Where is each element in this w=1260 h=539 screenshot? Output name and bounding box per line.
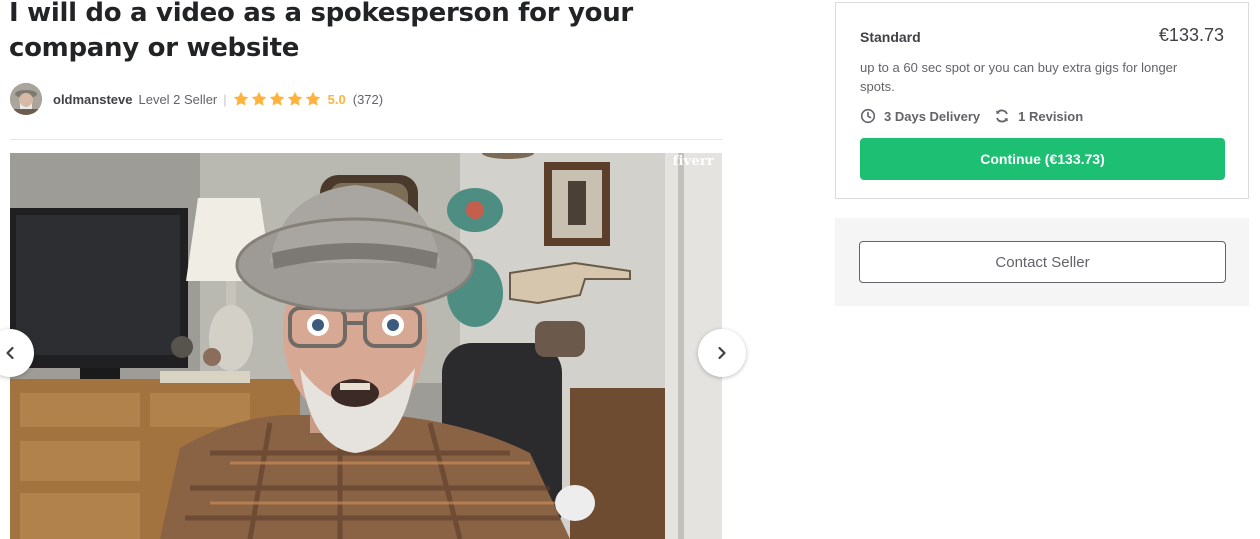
seller-level: Level 2 Seller [138,91,218,107]
fiverr-watermark: fiverr [672,154,714,169]
package-description: up to a 60 sec spot or you can buy extra… [860,60,1178,94]
star-icon [269,91,284,106]
divider: | [223,91,227,107]
divider [10,139,722,140]
star-icon [251,91,266,106]
clock-icon [860,108,876,124]
review-count-link[interactable]: (372) [353,92,383,107]
delivery-label: 3 Days Delivery [884,108,981,124]
gig-gallery-video[interactable]: fiverr [10,153,722,539]
continue-button[interactable]: Continue (€133.73) [860,138,1225,180]
package-card: Standard €133.73 up to a 60 sec spot or … [835,2,1249,199]
contact-panel: Contact Seller [835,218,1249,306]
delivery-time: 3 Days Delivery [860,108,980,124]
gallery-next-button[interactable] [698,329,746,377]
star-icon [233,91,248,106]
rating-score: 5.0 [327,91,346,107]
package-name: Standard [860,29,921,45]
seller-avatar[interactable] [10,83,42,115]
chevron-right-icon [718,346,726,360]
revisions-label: 1 Revision [1018,108,1084,124]
contact-seller-button[interactable]: Contact Seller [859,241,1226,283]
seller-name-link[interactable]: oldmansteve [53,92,132,107]
package-meta: 3 Days Delivery 1 Revision [860,108,1097,124]
star-icon [287,91,302,106]
star-icon [305,91,320,106]
rating-stars [233,91,323,107]
seller-overview: oldmansteve Level 2 Seller | 5.0 (372) [10,83,383,115]
revisions: 1 Revision [994,108,1083,124]
video-frame [10,153,722,539]
chevron-left-icon [6,346,14,360]
refresh-icon [996,109,1009,123]
package-price: €133.73 [1158,25,1224,45]
gig-title: I will do a video as a spokesperson for … [9,0,633,63]
